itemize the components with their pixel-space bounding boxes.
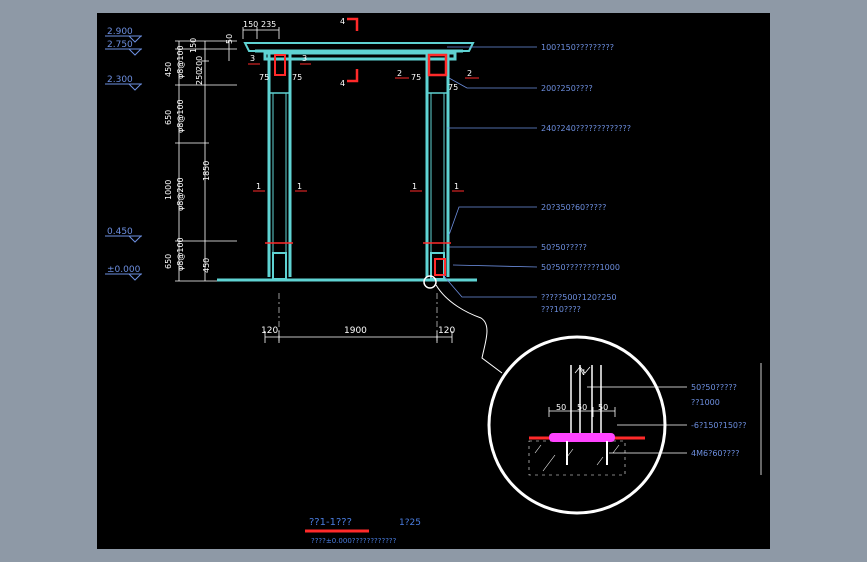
detail-dim: 50 xyxy=(556,403,566,412)
title-scale: 1?25 xyxy=(399,518,421,528)
section-label: 1 xyxy=(454,182,459,191)
section-label: 4 xyxy=(340,17,345,26)
section-label: 2 xyxy=(467,69,472,78)
dim-text: 200 xyxy=(195,56,204,71)
section-label: 4 xyxy=(340,79,345,88)
detail-dim: 50 xyxy=(577,403,587,412)
section-label: 1 xyxy=(412,182,417,191)
dim-text: 1000 xyxy=(164,180,173,200)
rebar-text: φ8@100 xyxy=(176,45,185,79)
dim-text: 75 xyxy=(411,73,421,82)
base-detail-view: 50 50 50 N xyxy=(487,335,687,515)
drawing-title: ??1-1??? 1?25 ????±0.000???????????? xyxy=(305,517,421,545)
dim-text: 50 xyxy=(225,34,234,44)
callout-text: 200?250???? xyxy=(541,84,593,93)
detail-note: 50?50????? xyxy=(691,383,737,392)
dim-text: 75 xyxy=(259,73,269,82)
dim-text: 120 xyxy=(261,326,278,336)
callout-text: ???10???? xyxy=(541,305,581,314)
elevation-label: ±0.000 xyxy=(107,265,141,275)
section-label: 1 xyxy=(297,182,302,191)
dim-text: 235 xyxy=(261,20,276,29)
callout-text: ?????500?120?250 xyxy=(541,293,617,302)
base-plate xyxy=(549,433,615,442)
dim-text: 450 xyxy=(164,62,173,77)
callout-text: 50?50????? xyxy=(541,243,587,252)
pergola-section-drawing: 2.900 2.750 2.300 0.450 ±0.000 150 50 45… xyxy=(105,17,762,545)
dim-text: 75 xyxy=(448,83,458,92)
callout-text: 20?350?60????? xyxy=(541,203,606,212)
title-main: ??1-1??? xyxy=(309,517,352,528)
rebar-text: φ8@100 xyxy=(176,237,185,271)
elevation-marker: 0.450 xyxy=(105,227,143,243)
section-label: 1 xyxy=(256,182,261,191)
callout-text: 100?150????????? xyxy=(541,43,614,52)
dim-text: 450 xyxy=(202,258,211,273)
dim-text: 650 xyxy=(164,110,173,125)
elevation-marker: ±0.000 xyxy=(105,265,143,281)
detail-note: 4M6?60???? xyxy=(691,449,740,458)
rebar-text: φ8@100 xyxy=(176,99,185,133)
elevation-label: 0.450 xyxy=(107,227,133,237)
cad-drawing-canvas: 2.900 2.750 2.300 0.450 ±0.000 150 50 45… xyxy=(97,13,770,549)
detail-note: ??1000 xyxy=(691,398,720,407)
detail-top-label: N xyxy=(579,368,585,377)
title-note: ????±0.000???????????? xyxy=(311,537,397,545)
elevation-marker: 2.750 xyxy=(105,40,143,56)
dim-text: 150 xyxy=(243,20,258,29)
callout-texts: 100?150????????? 200?250???? 240?240????… xyxy=(541,43,631,314)
top-dimensions: 150 235 xyxy=(242,20,280,39)
rebar-text: φ8@200 xyxy=(176,177,185,211)
elevation-markers: 2.900 2.750 2.300 0.450 ±0.000 xyxy=(105,27,143,281)
dim-text: 150 xyxy=(189,38,198,53)
elevation-label: 2.300 xyxy=(107,75,133,85)
dim-text: 120 xyxy=(438,326,455,336)
detail-dim: 50 xyxy=(598,403,608,412)
dim-text: 650 xyxy=(164,254,173,269)
detail-note: -6?150?150?? xyxy=(691,421,747,430)
dim-text: 1850 xyxy=(202,161,211,181)
elevation-label: 2.750 xyxy=(107,40,133,50)
callout-text: 50?50????????1000 xyxy=(541,263,620,272)
dim-text: 75 xyxy=(292,73,302,82)
section-label: 3 xyxy=(250,54,255,63)
elevation-label: 2.900 xyxy=(107,27,133,37)
section-label: 2 xyxy=(397,69,402,78)
dim-text: 1900 xyxy=(344,326,367,336)
left-dimension-texts: 150 50 450 φ8@100 650 φ8@100 1000 φ8@200… xyxy=(164,34,234,273)
callout-text: 240?240????????????? xyxy=(541,124,631,133)
elevation-marker: 2.300 xyxy=(105,75,143,91)
dim-text: 250 xyxy=(195,70,204,85)
section-label: 3 xyxy=(302,54,307,63)
